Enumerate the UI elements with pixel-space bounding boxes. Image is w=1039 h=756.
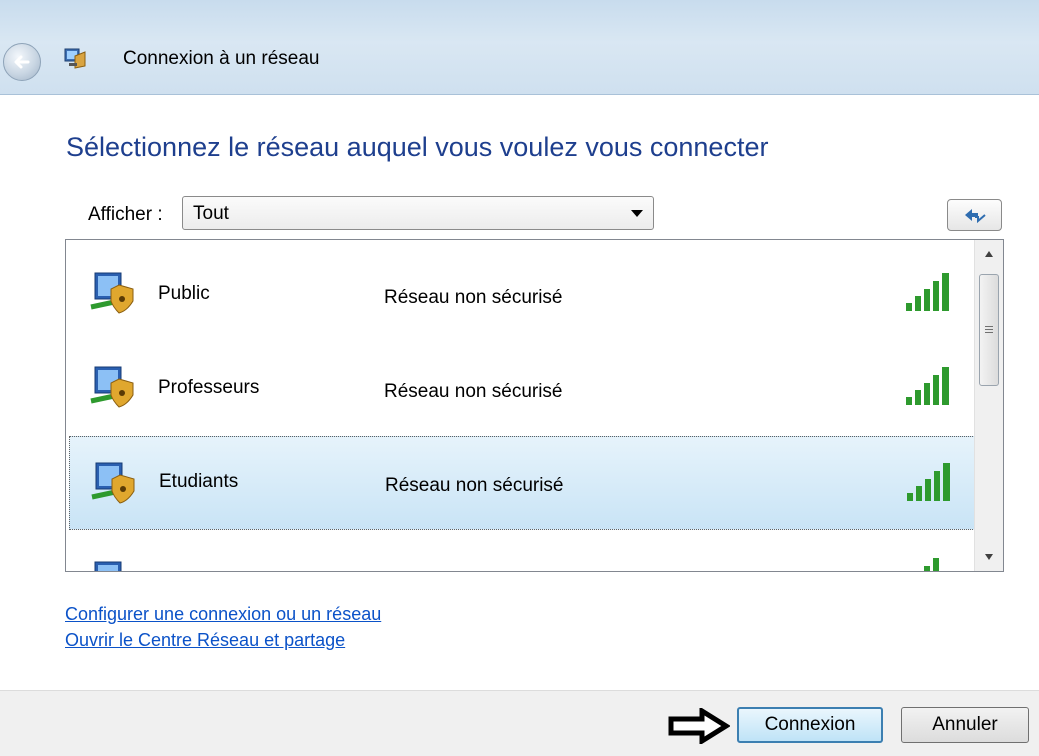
setup-connection-link[interactable]: Configurer une connexion ou un réseau xyxy=(65,604,381,625)
network-security: Réseau non sécurisé xyxy=(384,287,563,308)
back-button[interactable] xyxy=(3,43,41,81)
list-item-partial[interactable] xyxy=(66,536,976,571)
signal-strength-icon xyxy=(907,463,950,501)
black-arrow-icon xyxy=(668,708,730,744)
signal-strength-icon xyxy=(924,558,939,571)
cancel-button[interactable]: Annuler xyxy=(901,707,1029,743)
list-item-selected[interactable]: Etudiants Réseau non sécurisé xyxy=(69,436,977,530)
network-setup-icon xyxy=(64,48,86,69)
signal-strength-icon xyxy=(906,367,949,405)
connect-button[interactable]: Connexion xyxy=(737,707,883,743)
network-shield-icon xyxy=(90,366,134,408)
network-security: Réseau non sécurisé xyxy=(384,381,563,402)
title-bar: Connexion à un réseau xyxy=(0,0,1039,95)
back-arrow-icon xyxy=(14,55,30,69)
dropdown-arrow-icon xyxy=(631,210,643,217)
show-filter-label: Afficher : xyxy=(88,204,163,225)
scrollbar-grip-icon xyxy=(985,326,993,333)
button-bar xyxy=(0,690,1039,756)
network-list[interactable]: Public Réseau non sécurisé Professeurs R… xyxy=(65,239,1004,572)
refresh-button[interactable] xyxy=(947,199,1002,231)
network-shield-icon xyxy=(91,462,135,504)
list-scrollbar[interactable] xyxy=(974,240,1003,571)
show-filter-value: Tout xyxy=(193,203,229,224)
window-title: Connexion à un réseau xyxy=(123,48,320,69)
network-center-link[interactable]: Ouvrir le Centre Réseau et partage xyxy=(65,630,345,651)
list-item[interactable]: Professeurs Réseau non sécurisé xyxy=(66,341,976,435)
network-name: Professeurs xyxy=(158,377,260,398)
scroll-up-icon[interactable] xyxy=(975,240,1003,268)
network-name: Etudiants xyxy=(159,471,239,492)
signal-strength-icon xyxy=(906,273,949,311)
network-shield-icon xyxy=(94,561,122,571)
scrollbar-thumb[interactable] xyxy=(979,274,999,386)
refresh-icon xyxy=(965,209,986,224)
network-name: Public xyxy=(158,283,210,304)
scroll-down-icon[interactable] xyxy=(975,543,1003,571)
network-security: Réseau non sécurisé xyxy=(385,475,564,496)
page-heading: Sélectionnez le réseau auquel vous voule… xyxy=(66,132,769,162)
list-item[interactable]: Public Réseau non sécurisé xyxy=(66,247,976,341)
show-filter-select[interactable]: Tout xyxy=(182,196,654,230)
network-shield-icon xyxy=(90,272,134,314)
